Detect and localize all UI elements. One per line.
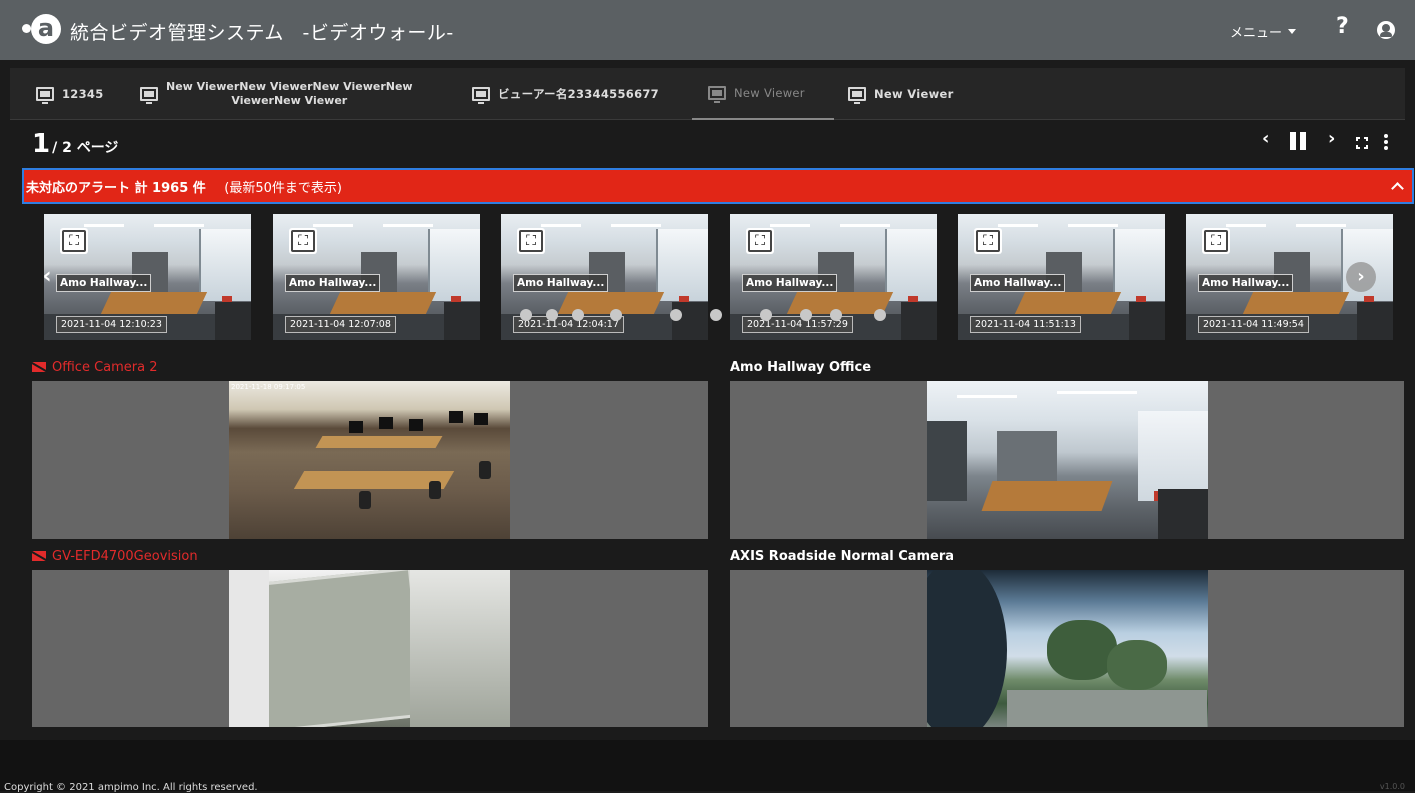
camera-off-icon — [32, 362, 46, 372]
carousel-dot[interactable] — [610, 309, 622, 321]
tab-label: New ViewerNew ViewerNew ViewerNew Viewer… — [166, 80, 413, 108]
tab-new-viewer-active[interactable]: New Viewer — [692, 68, 834, 120]
camera-feed-image — [927, 570, 1208, 727]
carousel-dot[interactable] — [520, 309, 532, 321]
current-page: 1 — [32, 129, 51, 159]
camera-feed-image: 2021-11-18 09:17:05 — [229, 381, 510, 539]
alert-note: (最新50件まで表示) — [224, 180, 342, 196]
carousel-dot[interactable] — [830, 309, 842, 321]
alert-thumbnail[interactable]: ⛶ Amo Hallway... 2021-11-04 12:10:23 — [44, 214, 251, 340]
alert-thumbnail[interactable]: ⛶ Amo Hallway... 2021-11-04 11:51:13 — [958, 214, 1165, 340]
tab-12345[interactable]: 12345 — [36, 68, 104, 120]
menu-label: メニュー — [1230, 26, 1283, 41]
app-title-sub: -ビデオウォール- — [302, 22, 454, 44]
tab-new-viewer[interactable]: New Viewer — [848, 68, 954, 120]
motion-detect-icon: ⛶ — [517, 228, 545, 254]
logo-glyph: a — [31, 14, 61, 44]
tab-new-viewer-long[interactable]: New ViewerNew ViewerNew ViewerNew Viewer… — [140, 68, 413, 120]
prev-page-icon[interactable]: ‹ — [1262, 128, 1269, 149]
chevron-up-icon[interactable] — [1391, 182, 1404, 195]
camera-name: GV-EFD4700Geovision — [52, 549, 198, 564]
thumbnail-camera-name: Amo Hallway... — [1198, 274, 1294, 292]
motion-detect-icon: ⛶ — [289, 228, 317, 254]
total-pages: / 2 ページ — [52, 140, 119, 156]
carousel-dot[interactable] — [572, 309, 584, 321]
motion-detect-icon: ⛶ — [1202, 228, 1230, 254]
thumbnail-camera-name: Amo Hallway... — [742, 274, 838, 292]
carousel-dot[interactable] — [546, 309, 558, 321]
tab-viewer-name[interactable]: ビューアー名23344556677 — [472, 68, 659, 120]
fullscreen-icon[interactable] — [1356, 137, 1368, 149]
carousel-next-icon[interactable]: › — [1346, 262, 1376, 292]
alert-text: 未対応のアラート 計 1965 件 (最新50件まで表示) — [26, 177, 342, 196]
camera-feed-image — [927, 381, 1208, 539]
caret-down-icon — [1288, 29, 1297, 34]
camera-off-icon — [32, 551, 46, 561]
monitor-icon — [36, 87, 54, 104]
tab-label: ビューアー名23344556677 — [498, 87, 659, 101]
thumbnail-camera-name: Amo Hallway... — [513, 274, 609, 292]
camera-title: AXIS Roadside Normal Camera — [730, 549, 955, 564]
alert-count: 未対応のアラート 計 1965 件 — [26, 180, 206, 196]
camera-view[interactable] — [730, 381, 1404, 539]
alert-thumbnail[interactable]: ⛶ Amo Hallway... 2021-11-04 11:57:29 — [730, 214, 937, 340]
motion-detect-icon: ⛶ — [974, 228, 1002, 254]
camera-view[interactable] — [730, 570, 1404, 727]
alert-thumbnail-carousel: ⛶ Amo Hallway... 2021-11-04 12:10:23 ⛶ A… — [32, 208, 1410, 348]
carousel-prev-icon[interactable]: ‹ — [32, 262, 62, 292]
version-text: v1.0.0 — [1379, 782, 1405, 791]
app-title-main: 統合ビデオ管理システム — [70, 22, 284, 44]
app-title: 統合ビデオ管理システム -ビデオウォール- — [70, 18, 454, 45]
thumbnail-camera-name: Amo Hallway... — [970, 274, 1066, 292]
tab-label: 12345 — [62, 87, 104, 101]
user-icon[interactable] — [1377, 21, 1395, 39]
alert-thumbnail[interactable]: ⛶ Amo Hallway... 2021-11-04 12:07:08 — [273, 214, 480, 340]
monitor-icon — [472, 87, 490, 104]
alert-banner[interactable]: 未対応のアラート 計 1965 件 (最新50件まで表示) — [22, 168, 1414, 204]
carousel-dot[interactable] — [710, 309, 722, 321]
help-icon[interactable]: ? — [1336, 14, 1349, 39]
motion-detect-icon: ⛶ — [746, 228, 774, 254]
camera-feed-image — [229, 570, 510, 727]
camera-title: Office Camera 2 — [32, 360, 158, 375]
thumbnail-timestamp: 2021-11-04 11:51:13 — [970, 316, 1081, 333]
pause-icon[interactable] — [1290, 132, 1306, 150]
monitor-icon — [140, 87, 158, 104]
more-options-icon[interactable] — [1384, 134, 1388, 152]
app-logo: a — [22, 12, 66, 46]
monitor-icon — [708, 86, 726, 103]
thumbnail-timestamp: 2021-11-04 11:49:54 — [1198, 316, 1309, 333]
menu-button[interactable]: メニュー — [1230, 22, 1297, 41]
carousel-dot[interactable] — [800, 309, 812, 321]
viewer-tab-bar: 12345 New ViewerNew ViewerNew ViewerNew … — [10, 68, 1405, 120]
camera-name: Office Camera 2 — [52, 360, 158, 375]
page-indicator: 1 / 2 ページ — [32, 129, 118, 159]
camera-title: Amo Hallway Office — [730, 360, 872, 375]
camera-view[interactable] — [32, 570, 708, 727]
copyright-text: Copyright © 2021 ampimo Inc. All rights … — [4, 782, 258, 793]
carousel-dot[interactable] — [760, 309, 772, 321]
carousel-dot[interactable] — [670, 309, 682, 321]
camera-view[interactable]: 2021-11-18 09:17:05 — [32, 381, 708, 539]
tab-label-line2: ViewerNew Viewer — [231, 94, 348, 107]
alert-thumbnail[interactable]: ⛶ Amo Hallway... 2021-11-04 12:04:17 — [501, 214, 708, 340]
feed-timestamp: 2021-11-18 09:17:05 — [231, 383, 306, 391]
monitor-icon — [848, 87, 866, 104]
thumbnail-camera-name: Amo Hallway... — [56, 274, 152, 292]
thumbnail-timestamp: 2021-11-04 12:10:23 — [56, 316, 167, 333]
app-header: a 統合ビデオ管理システム -ビデオウォール- メニュー ? — [0, 0, 1415, 60]
tab-label: New Viewer — [734, 86, 805, 100]
tab-label: New Viewer — [874, 87, 954, 101]
carousel-dot[interactable] — [874, 309, 886, 321]
motion-detect-icon: ⛶ — [60, 228, 88, 254]
thumbnail-camera-name: Amo Hallway... — [285, 274, 381, 292]
next-page-icon[interactable]: › — [1328, 128, 1335, 149]
camera-title: GV-EFD4700Geovision — [32, 549, 198, 564]
tab-label-line1: New ViewerNew ViewerNew ViewerNew — [166, 80, 413, 93]
thumbnail-timestamp: 2021-11-04 12:07:08 — [285, 316, 396, 333]
